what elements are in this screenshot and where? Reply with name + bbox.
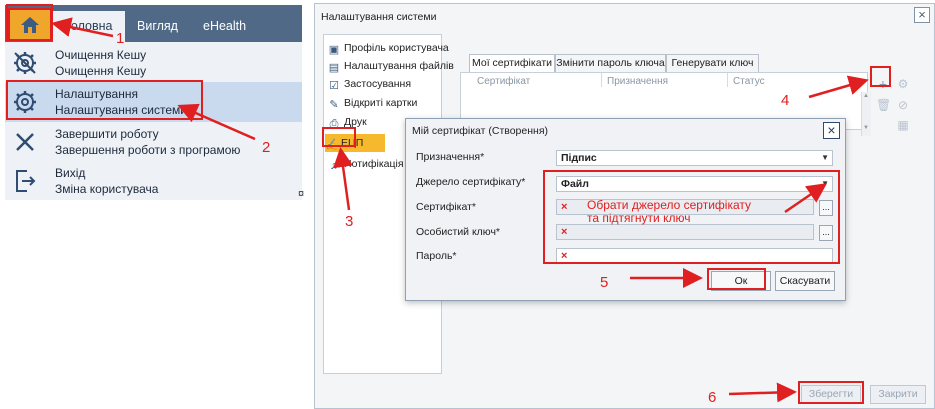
tab-change-key-password[interactable]: Змінити пароль ключа — [555, 54, 666, 72]
menu-item-subtitle: Очищення Кешу — [55, 64, 147, 78]
annotation-number-6: 6 — [708, 389, 717, 406]
private-key-field[interactable]: × — [556, 224, 814, 240]
purpose-value: Підпис — [561, 152, 597, 164]
close-button[interactable]: Закрити — [870, 385, 926, 404]
block-icon[interactable]: ⊘ — [896, 98, 910, 112]
nav-item-apply[interactable]: ☑ Застосування — [328, 75, 442, 93]
settings-icon[interactable]: ⚙ — [896, 77, 910, 91]
check-box-icon: ☑ — [329, 80, 339, 92]
cancel-button[interactable]: Скасувати — [775, 271, 835, 291]
required-error-icon: × — [561, 250, 568, 262]
person-card-icon: ▣ — [328, 44, 340, 56]
purpose-select[interactable]: Підпис ▼ — [556, 150, 833, 166]
nav-item-label: ЕЦП — [341, 137, 364, 149]
menu-item-subtitle: Зміна користувача — [55, 182, 159, 196]
label-private-key: Особистий ключ* — [416, 226, 500, 238]
chevron-down-icon: ▼ — [821, 179, 829, 188]
tab-home[interactable]: Головна — [53, 11, 125, 42]
annotation-number-3: 3 — [345, 213, 354, 230]
required-error-icon: × — [561, 226, 568, 238]
delete-icon[interactable]: 🗑 — [876, 98, 891, 112]
nav-item-files[interactable]: ▤ Налаштування файлів — [328, 57, 454, 75]
annotation-number-4: 4 — [781, 92, 790, 109]
home-icon — [21, 16, 39, 33]
screenshot-stage: Головна Вигляд eHealth Очищення Кешу Очи… — [0, 0, 935, 409]
tab-my-certificates[interactable]: Мої сертифікати — [469, 54, 555, 73]
label-password: Пароль* — [416, 250, 457, 262]
nav-item-label: Відкриті картки — [344, 97, 418, 109]
nav-item-label: Нотифікація — [344, 158, 404, 170]
menu-item-settings[interactable]: Налаштування Налаштування системи — [5, 82, 302, 122]
column-separator — [727, 73, 728, 87]
home-button[interactable] — [8, 8, 52, 41]
nav-item-profile[interactable]: ▣ Профіль користувача — [328, 39, 449, 57]
logout-icon — [16, 170, 36, 192]
close-icon[interactable]: × — [823, 122, 840, 139]
label-source: Джерело сертифікату* — [416, 176, 526, 188]
nav-item-label: Друк — [344, 116, 367, 128]
required-error-icon: × — [561, 201, 568, 213]
menu-item-title: Завершити роботу — [55, 127, 159, 141]
tab-generate-key[interactable]: Генерувати ключ — [666, 54, 759, 72]
add-icon[interactable]: + — [876, 77, 890, 91]
chevron-down-icon: ▼ — [821, 153, 829, 162]
menu-item-title: Очищення Кешу — [55, 48, 147, 62]
column-header-certificate: Сертифікат — [477, 76, 531, 87]
scroll-down-icon[interactable]: ▼ — [863, 125, 869, 131]
clear-cache-gear-icon — [14, 52, 36, 74]
password-field[interactable]: × — [556, 248, 833, 264]
gear-icon — [14, 91, 36, 113]
scroll-up-icon[interactable]: ▲ — [863, 93, 869, 99]
column-separator — [601, 73, 602, 87]
open-card-icon: ✎ — [329, 99, 339, 111]
printer-icon: ⎙ — [329, 118, 339, 130]
annotation-note-line2: та підтягнути ключ — [587, 211, 691, 225]
nav-item-label: Налаштування файлів — [344, 60, 454, 72]
annotation-number-2: 2 — [262, 139, 271, 156]
annotation-number-1: 1 — [116, 30, 125, 47]
browse-key-button[interactable]: ... — [819, 225, 833, 241]
source-value: Файл — [561, 178, 589, 190]
column-header-status: Статус — [733, 76, 765, 87]
window-title: Налаштування системи — [321, 11, 437, 23]
bell-icon: ♫ — [329, 160, 339, 172]
menu-item-title: Налаштування — [55, 87, 138, 101]
label-purpose: Призначення* — [416, 151, 485, 163]
close-icon[interactable]: × — [914, 7, 930, 23]
tab-view[interactable]: Вигляд — [125, 11, 190, 42]
annotation-note-line1: Обрати джерело сертифікату — [587, 198, 751, 212]
paragraph-mark: ¤ — [298, 188, 305, 200]
export-icon[interactable]: ▦ — [896, 118, 910, 132]
menu-item-subtitle: Завершення роботи з програмою — [55, 143, 241, 157]
signature-icon: ✍ — [325, 139, 339, 151]
nav-item-label: Профіль користувача — [344, 42, 449, 54]
menu-item-logout[interactable]: Вихід Зміна користувача — [5, 161, 302, 201]
close-x-icon — [16, 133, 34, 151]
nav-item-eds[interactable]: ✍ ЕЦП — [325, 134, 385, 152]
dialog-title: Мій сертифікат (Створення) — [412, 125, 549, 137]
menu-item-clear-cache[interactable]: Очищення Кешу Очищення Кешу — [5, 43, 302, 83]
file-icon: ▤ — [328, 62, 340, 74]
menu-item-title: Вихід — [55, 166, 86, 180]
menu-item-subtitle: Налаштування системи — [55, 103, 187, 117]
save-button[interactable]: Зберегти — [801, 385, 861, 404]
browse-certificate-button[interactable]: ... — [819, 200, 833, 216]
label-certificate: Сертифікат* — [416, 201, 477, 213]
table-scrollbar[interactable]: ▲ ▼ — [861, 92, 871, 136]
ok-button[interactable]: Ок — [711, 271, 771, 291]
certificates-panel: Мої сертифікати Змінити пароль ключа Ген… — [451, 34, 911, 136]
column-header-purpose: Призначення — [607, 76, 669, 87]
source-select[interactable]: Файл ▼ — [556, 176, 833, 192]
menu-item-exit-app[interactable]: Завершити роботу Завершення роботи з про… — [5, 122, 302, 162]
tab-ehealth[interactable]: eHealth — [191, 11, 258, 42]
ribbon-bar: Головна Вигляд eHealth — [5, 5, 302, 42]
nav-item-open-cards[interactable]: ✎ Відкриті картки — [328, 94, 442, 112]
annotation-number-5: 5 — [600, 274, 609, 291]
nav-item-label: Застосування — [344, 78, 412, 90]
backstage-menu: Головна Вигляд eHealth Очищення Кешу Очи… — [5, 5, 302, 200]
